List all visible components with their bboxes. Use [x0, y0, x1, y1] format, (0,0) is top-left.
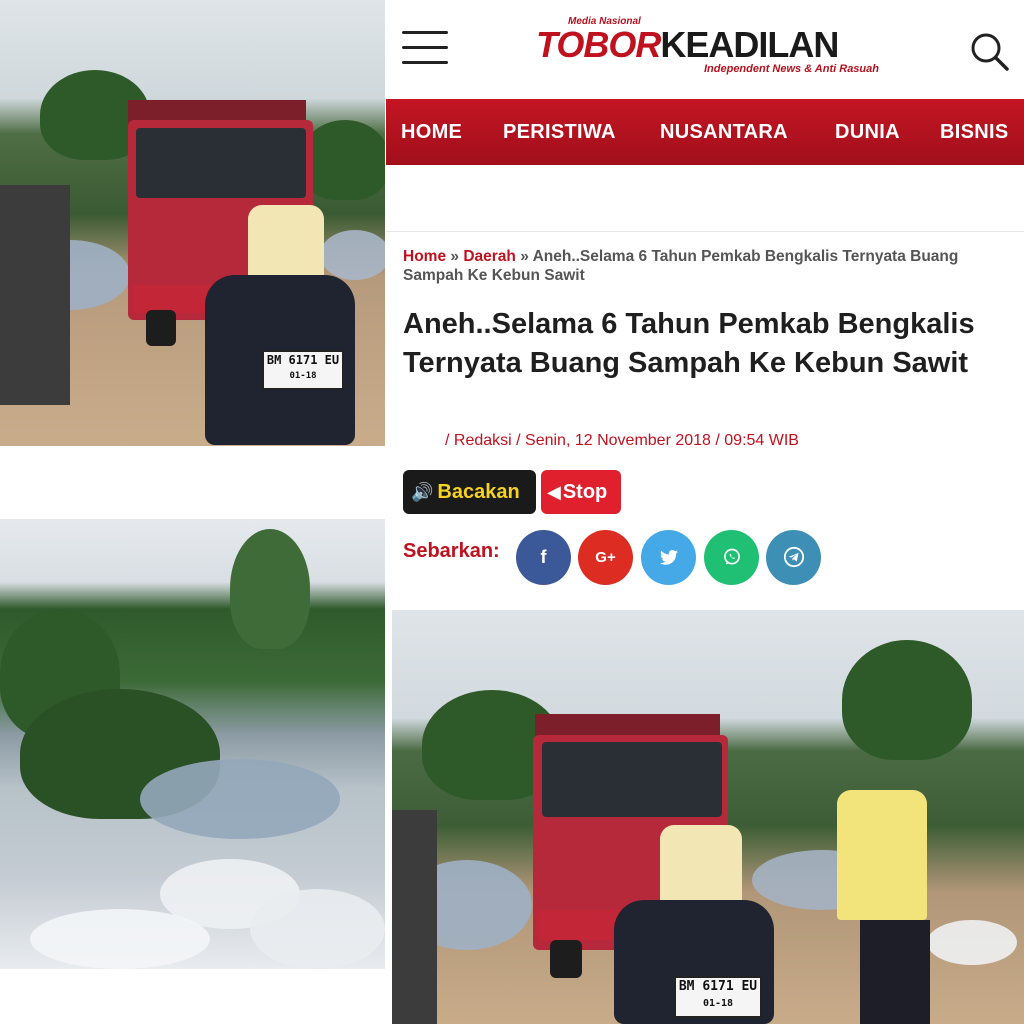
share-google-plus-button[interactable]: G+	[578, 530, 633, 585]
share-telegram-button[interactable]	[766, 530, 821, 585]
share-facebook-button[interactable]: f	[516, 530, 571, 585]
garbage-pile	[140, 759, 340, 839]
site-header: Media Nasional TOBORKEADILAN Independent…	[386, 0, 1024, 98]
logo-part1: TOBOR	[536, 24, 661, 65]
nav-item-home[interactable]: HOME	[401, 99, 462, 165]
ad-space	[386, 165, 1024, 232]
person-arm	[0, 185, 70, 405]
article-hero-photo: BM 6171 EU 01-18	[392, 610, 1024, 1024]
truck-windshield	[542, 742, 722, 817]
photo-truck-dump-site: BM 6171 EU 01-18	[0, 0, 385, 446]
hamburger-menu-icon[interactable]	[402, 31, 448, 67]
speaker-mute-icon: ◀	[547, 482, 561, 502]
breadcrumb-separator: »	[520, 248, 529, 265]
speaker-icon: 🔊	[411, 482, 434, 502]
truck-wheel	[550, 940, 582, 978]
tts-stop-label: Stop	[562, 481, 608, 503]
garbage-pile	[320, 230, 385, 280]
article-title: Aneh..Selama 6 Tahun Pemkab Bengkalis Te…	[403, 308, 975, 379]
twitter-bird-icon	[659, 550, 678, 565]
article-meta: / Redaksi / Senin, 12 November 2018 / 09…	[445, 432, 799, 449]
share-label: Sebarkan:	[403, 540, 500, 562]
facebook-icon: f	[540, 547, 547, 567]
breadcrumb: Home » Daerah » Aneh..Selama 6 Tahun Pem…	[403, 247, 1003, 285]
tts-read-button[interactable]: 🔊 Bacakan	[403, 470, 536, 514]
photo-garbage-plantation	[0, 519, 385, 969]
logo-wordmark: TOBORKEADILAN	[536, 24, 839, 66]
white-sack	[250, 889, 385, 969]
tts-stop-button[interactable]: ◀ Stop	[541, 470, 621, 514]
logo-part2: KEADILAN	[660, 24, 839, 65]
person-arm	[392, 810, 437, 1024]
share-whatsapp-button[interactable]	[704, 530, 759, 585]
google-plus-icon: G+	[595, 549, 616, 566]
tall-tree	[230, 529, 310, 649]
site-logo[interactable]: Media Nasional TOBORKEADILAN Independent…	[536, 14, 881, 84]
nav-item-dunia[interactable]: DUNIA	[835, 99, 900, 165]
telegram-icon	[783, 546, 804, 568]
banana-tree	[842, 640, 972, 760]
main-navigation: HOME PERISTIWA NUSANTARA DUNIA BISNIS	[386, 99, 1024, 165]
license-plate: BM 6171 EU 01-18	[674, 976, 762, 1018]
white-sack	[30, 909, 210, 969]
search-icon[interactable]	[968, 30, 1010, 72]
breadcrumb-separator: »	[450, 248, 460, 265]
person-trousers	[860, 920, 930, 1024]
breadcrumb-category[interactable]: Daerah	[463, 248, 516, 265]
whatsapp-icon	[723, 548, 740, 565]
logo-tagline: Independent News & Anti Rasuah	[703, 63, 879, 75]
nav-item-nusantara[interactable]: NUSANTARA	[660, 99, 788, 165]
tts-read-label: Bacakan	[437, 481, 520, 503]
nav-item-peristiwa[interactable]: PERISTIWA	[503, 99, 616, 165]
license-plate: BM 6171 EU 01-18	[262, 350, 344, 390]
share-twitter-button[interactable]	[641, 530, 696, 585]
breadcrumb-home[interactable]: Home	[403, 248, 446, 265]
white-sack	[927, 920, 1017, 965]
person-in-yellow-shirt	[837, 790, 927, 920]
truck-wheel	[146, 310, 176, 346]
nav-item-bisnis[interactable]: BISNIS	[940, 99, 1008, 165]
truck-windshield	[136, 128, 306, 198]
